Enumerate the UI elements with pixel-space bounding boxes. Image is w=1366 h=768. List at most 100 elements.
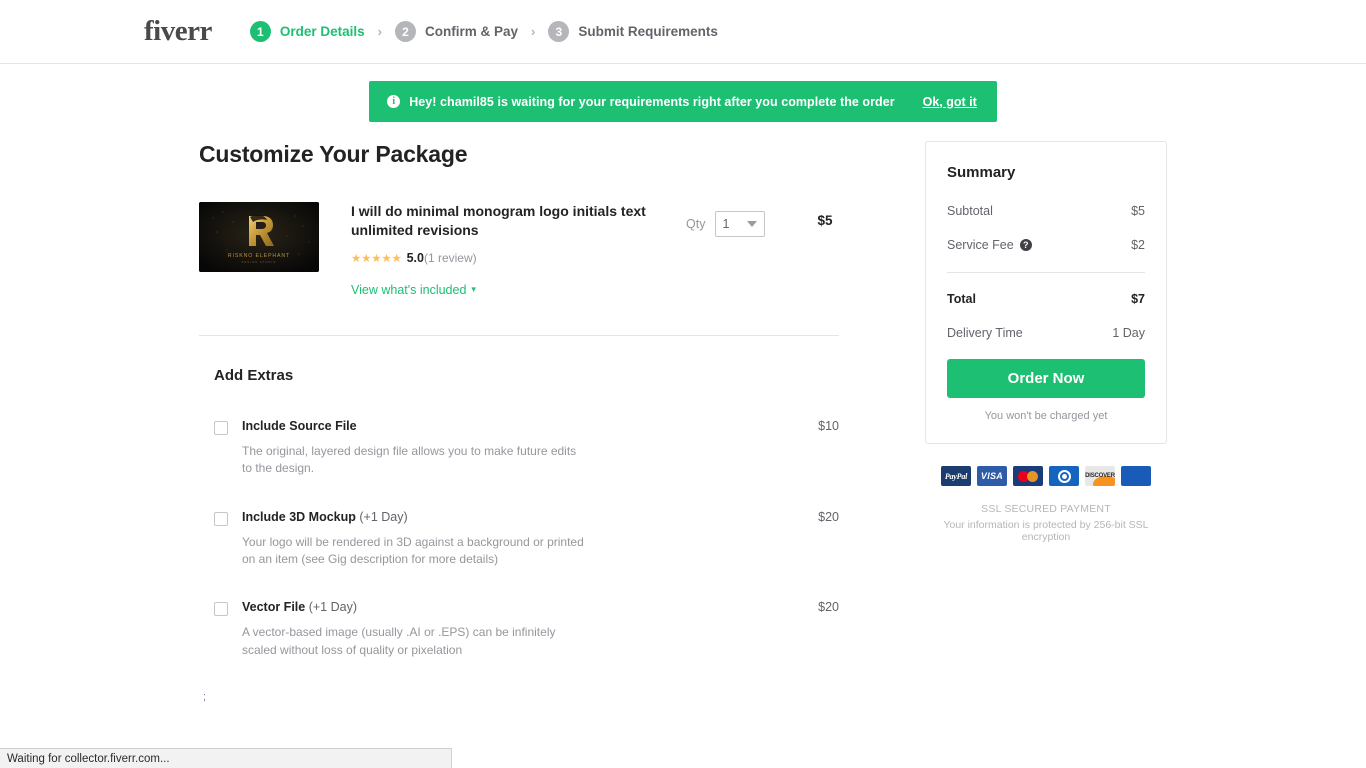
extra-checkbox-3d-mockup[interactable]	[214, 511, 228, 526]
add-extras-section: Add Extras Include Source File The origi…	[199, 336, 839, 703]
step-2-label: Confirm & Pay	[424, 24, 519, 39]
charge-note: You won't be charged yet	[984, 410, 1108, 422]
mastercard-icon	[1013, 466, 1043, 486]
paypal-label: PayPal	[944, 471, 968, 481]
extra-description: A vector-based image (usually .AI or .EP…	[242, 625, 556, 657]
summary-title: Summary	[947, 164, 1016, 181]
rating-value: 5.0	[406, 250, 424, 265]
left-column: Customize Your Package RISKNO ELEPHANT D…	[199, 141, 839, 703]
step-3-number: 3	[548, 21, 570, 42]
gig-price: $5	[817, 213, 833, 228]
diners-ring-shape	[1057, 469, 1071, 483]
service-fee-text: Service Fee	[947, 238, 1014, 252]
gig-info: I will do minimal monogram logo initials…	[351, 202, 651, 299]
quantity-select[interactable]: 1	[715, 211, 766, 237]
extra-description: The original, layered design file allows…	[242, 443, 577, 476]
visa-icon: VISA	[977, 466, 1007, 486]
gig-thumbnail-image: RISKNO ELEPHANT DESIGN STUDIO	[199, 202, 319, 272]
dismiss-notification-link[interactable]: Ok, got it	[923, 95, 977, 109]
gig-thumbnail[interactable]: RISKNO ELEPHANT DESIGN STUDIO	[199, 202, 319, 272]
extra-days: (+1 Day)	[359, 509, 408, 524]
browser-status-bar: Waiting for collector.fiverr.com...	[0, 748, 452, 768]
total-label: Total	[947, 292, 976, 306]
notification-text: Hey! chamil85 is waiting for your requir…	[409, 94, 895, 109]
summary-row-delivery: Delivery Time 1 Day	[947, 326, 1145, 340]
summary-row-service-fee: Service Fee ? $2	[947, 238, 1145, 252]
step-3-label: Submit Requirements	[578, 24, 718, 39]
delivery-time-label: Delivery Time	[947, 326, 1023, 340]
extra-name: Vector File	[242, 600, 306, 615]
extra-description: Your logo will be rendered in 3D against…	[242, 534, 584, 566]
extra-days: (+1 Day)	[308, 600, 357, 615]
extra-heading: Include Source File	[242, 419, 769, 434]
quantity-control: Qty 1	[686, 211, 766, 237]
step-1-number: 1	[249, 21, 271, 42]
subtotal-label: Subtotal	[947, 204, 993, 218]
view-whats-included-link[interactable]: View what's included ▾	[351, 283, 476, 297]
step-submit-requirements[interactable]: 3 Submit Requirements	[548, 21, 718, 42]
trailing-artifact: ;	[203, 691, 207, 704]
chevron-down-icon	[747, 221, 758, 227]
discover-label: DISCOVER	[1085, 473, 1115, 479]
notification-banner-wrapper: i Hey! chamil85 is waiting for your requ…	[0, 81, 1366, 122]
extra-body: Include Source File The original, layere…	[242, 419, 769, 478]
step-separator-2: ›	[531, 24, 536, 39]
extra-item: Vector File (+1 Day) A vector-based imag…	[199, 600, 839, 659]
extra-heading: Vector File (+1 Day)	[242, 600, 769, 615]
step-2-number: 2	[394, 21, 416, 42]
order-summary-card: Summary Subtotal $5 Service Fee ? $2 Tot…	[925, 141, 1167, 444]
site-header: fiverr 1 Order Details › 2 Confirm & Pay…	[0, 0, 1366, 64]
extra-heading: Include 3D Mockup (+1 Day)	[242, 510, 769, 525]
add-extras-title: Add Extras	[214, 366, 294, 384]
delivery-time-value: 1 Day	[1112, 326, 1145, 340]
gig-title[interactable]: I will do minimal monogram logo initials…	[351, 202, 651, 240]
notification-banner: i Hey! chamil85 is waiting for your requ…	[369, 81, 997, 122]
visa-label: VISA	[980, 471, 1004, 481]
extra-body: Vector File (+1 Day) A vector-based imag…	[242, 600, 769, 659]
extra-price: $20	[818, 600, 839, 615]
gig-summary-row: RISKNO ELEPHANT DESIGN STUDIO I will do …	[199, 202, 839, 336]
discover-icon: DISCOVER	[1085, 466, 1115, 486]
view-whats-included-label: View what's included	[351, 282, 467, 297]
checkout-stepper: 1 Order Details › 2 Confirm & Pay › 3 Su…	[249, 21, 718, 42]
chevron-down-icon: ▾	[471, 284, 476, 295]
diners-club-icon	[1049, 466, 1079, 486]
review-count: (1 review)	[423, 250, 477, 265]
extra-checkbox-vector-file[interactable]	[214, 602, 228, 617]
payment-methods: PayPal VISA DISCOVER	[925, 466, 1167, 486]
step-confirm-pay[interactable]: 2 Confirm & Pay	[394, 21, 519, 42]
star-rating-icon: ★★★★★	[351, 252, 402, 265]
summary-row-subtotal: Subtotal $5	[947, 204, 1145, 218]
extra-item: Include Source File The original, layere…	[199, 419, 839, 478]
extra-body: Include 3D Mockup (+1 Day) Your logo wil…	[242, 510, 769, 569]
extra-price: $20	[818, 509, 839, 524]
mastercard-yellow-circle	[1027, 470, 1038, 482]
right-column: Summary Subtotal $5 Service Fee ? $2 Tot…	[925, 141, 1167, 703]
step-1-label: Order Details	[279, 24, 365, 39]
quantity-label: Qty	[686, 217, 706, 231]
extra-name: Include 3D Mockup	[242, 509, 356, 524]
gig-rating: ★★★★★ 5.0 (1 review)	[351, 251, 651, 265]
quantity-value: 1	[722, 217, 730, 231]
extra-name: Include Source File	[242, 418, 357, 433]
fiverr-logo[interactable]: fiverr	[144, 17, 212, 46]
ssl-title: SSL SECURED PAYMENT	[981, 503, 1111, 515]
extra-checkbox-source-file[interactable]	[214, 420, 228, 435]
step-order-details[interactable]: 1 Order Details	[249, 21, 365, 42]
info-icon: i	[387, 95, 401, 108]
service-fee-value: $2	[1131, 238, 1145, 252]
summary-row-total: Total $7	[947, 292, 1145, 306]
paypal-icon: PayPal	[941, 466, 971, 486]
help-icon[interactable]: ?	[1019, 239, 1032, 251]
svg-text:RISKNO ELEPHANT: RISKNO ELEPHANT	[228, 253, 290, 259]
svg-text:DESIGN STUDIO: DESIGN STUDIO	[242, 260, 277, 264]
jcb-icon	[1121, 466, 1151, 486]
page-title: Customize Your Package	[199, 141, 468, 167]
status-text: Waiting for collector.fiverr.com...	[7, 752, 170, 765]
service-fee-label: Service Fee ?	[947, 238, 1032, 252]
extra-item: Include 3D Mockup (+1 Day) Your logo wil…	[199, 510, 839, 569]
extra-price: $10	[818, 418, 839, 433]
order-now-button[interactable]: Order Now	[947, 359, 1145, 398]
subtotal-value: $5	[1131, 204, 1145, 218]
total-value: $7	[1131, 292, 1145, 306]
